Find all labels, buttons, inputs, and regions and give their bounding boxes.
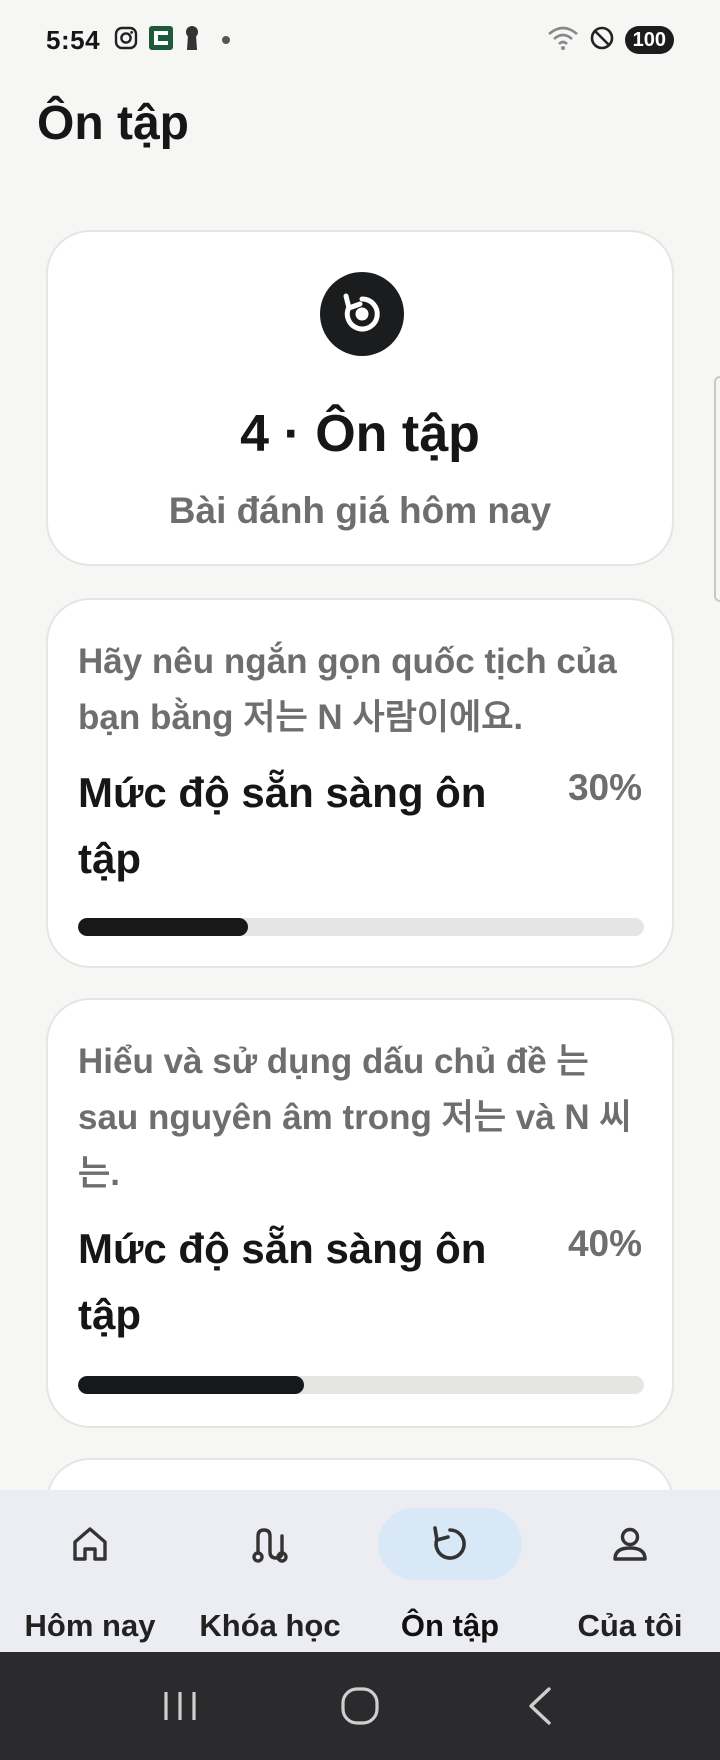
nav-label: Ôn tập xyxy=(400,1608,500,1643)
status-right-icons: 100 xyxy=(547,25,674,56)
review-refresh-icon xyxy=(320,272,404,356)
battery-icon: 100 xyxy=(624,26,674,54)
recent-apps-button[interactable] xyxy=(140,1676,220,1736)
review-count-title: 4 · Ôn tập xyxy=(240,405,480,463)
scroll-handle[interactable] xyxy=(714,376,720,602)
home-button[interactable] xyxy=(320,1676,400,1736)
home-icon xyxy=(18,1508,162,1580)
readiness-row: Mức độ sẵn sàng ôn tập 40% xyxy=(78,1216,642,1348)
readiness-progress-bar xyxy=(78,1376,644,1394)
review-item-description: Hiểu và sử dụng dấu chủ đề 는 sau nguyên … xyxy=(78,1042,632,1193)
status-left-icons xyxy=(114,25,231,56)
readiness-progress-fill xyxy=(78,918,248,936)
readiness-percent: 40% xyxy=(567,1223,642,1264)
back-button[interactable] xyxy=(500,1676,580,1736)
nav-item-courses[interactable]: Khóa học xyxy=(180,1490,360,1652)
path-icon xyxy=(198,1508,342,1580)
status-bar: 5:54 100 xyxy=(0,0,720,80)
review-item-card[interactable]: Hãy nêu ngắn gọn quốc tịch của bạn bằng … xyxy=(46,598,674,968)
nav-item-today[interactable]: Hôm nay xyxy=(0,1490,180,1652)
readiness-row: Mức độ sẵn sàng ôn tập 30% xyxy=(78,760,642,892)
review-item-card[interactable]: Hiểu và sử dụng dấu chủ đề 는 sau nguyên … xyxy=(46,998,674,1428)
review-summary-card[interactable]: 4 · Ôn tập Bài đánh giá hôm nay xyxy=(46,230,674,566)
app-badge-icon xyxy=(148,25,174,56)
readiness-progress-fill xyxy=(78,1376,305,1394)
nav-label: Khóa học xyxy=(199,1608,341,1643)
review-subtitle: Bài đánh giá hôm nay xyxy=(168,490,552,531)
readiness-percent: 30% xyxy=(567,767,642,808)
readiness-label: Mức độ sẵn sàng ôn tập xyxy=(78,1225,487,1338)
page-title: Ôn tập xyxy=(37,97,189,150)
review-item-card-partial[interactable] xyxy=(46,1458,674,1490)
nav-item-profile[interactable]: Của tôi xyxy=(540,1490,720,1652)
status-time: 5:54 xyxy=(46,24,101,55)
review-icon xyxy=(378,1508,522,1580)
nav-label: Hôm nay xyxy=(24,1608,156,1643)
dot-icon xyxy=(222,36,231,44)
bottom-navigation: Hôm nay Khóa học Ôn tập Của tôi xyxy=(0,1490,720,1652)
review-item-description: Hãy nêu ngắn gọn quốc tịch của bạn bằng … xyxy=(78,642,617,737)
review-content[interactable]: 4 · Ôn tập Bài đánh giá hôm nay Hãy nêu … xyxy=(0,230,720,1490)
nav-item-review[interactable]: Ôn tập xyxy=(360,1490,540,1652)
instagram-icon xyxy=(114,26,138,55)
profile-icon xyxy=(558,1508,702,1580)
keyhole-icon xyxy=(184,25,200,56)
nav-label: Của tôi xyxy=(577,1608,683,1643)
system-navigation-bar xyxy=(0,1652,720,1760)
wifi-icon xyxy=(547,25,579,56)
do-not-disturb-icon xyxy=(589,25,615,56)
readiness-progress-bar xyxy=(78,918,644,936)
readiness-label: Mức độ sẵn sàng ôn tập xyxy=(78,769,487,882)
